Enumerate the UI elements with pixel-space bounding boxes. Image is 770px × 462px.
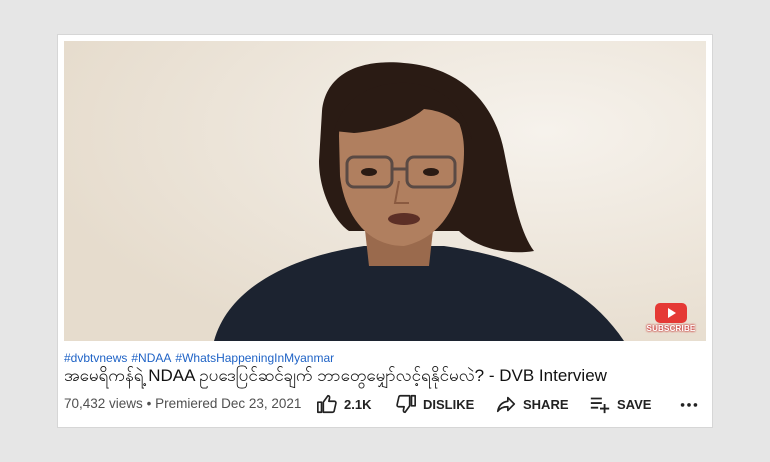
hashtag-link[interactable]: #dvbtvnews [64, 351, 127, 365]
save-label: SAVE [617, 396, 652, 412]
thumb-up-icon [317, 394, 337, 414]
view-count: 70,432 views [64, 396, 143, 411]
video-title: အမေရိကန်ရဲ့ NDAA ဥပဒေပြင်ဆင်ချက် ဘာတွေမျ… [64, 366, 607, 385]
more-actions-button[interactable] [678, 391, 700, 417]
share-button[interactable]: SHARE [495, 391, 569, 417]
dislike-button[interactable]: DISLIKE [395, 391, 474, 417]
playlist-add-icon [590, 397, 610, 414]
video-frame-person [64, 41, 706, 341]
thumb-down-icon [396, 394, 416, 414]
share-label: SHARE [523, 396, 569, 412]
like-button[interactable]: 2.1K [316, 391, 371, 417]
video-card: SUBSCRIBE #dvbtvnews #NDAA #WhatsHappening… [58, 35, 712, 427]
like-count: 2.1K [344, 396, 372, 412]
youtube-play-icon [655, 303, 687, 323]
more-horiz-icon [680, 403, 698, 407]
dislike-label: DISLIKE [423, 396, 475, 412]
subscribe-watermark[interactable]: SUBSCRIBE [646, 303, 696, 333]
save-button[interactable]: SAVE [589, 391, 651, 417]
video-meta: 70,432 views • Premiered Dec 23, 2021 [64, 396, 301, 411]
subscribe-label: SUBSCRIBE [646, 324, 696, 333]
meta-separator: • [146, 396, 152, 411]
video-player[interactable]: SUBSCRIBE [64, 41, 706, 341]
hashtags: #dvbtvnews #NDAA #WhatsHappeningInMyanmar [64, 351, 338, 365]
share-arrow-icon [496, 396, 516, 413]
hashtag-link[interactable]: #WhatsHappeningInMyanmar [175, 351, 334, 365]
hashtag-link[interactable]: #NDAA [131, 351, 171, 365]
premiere-date: Premiered Dec 23, 2021 [155, 396, 302, 411]
